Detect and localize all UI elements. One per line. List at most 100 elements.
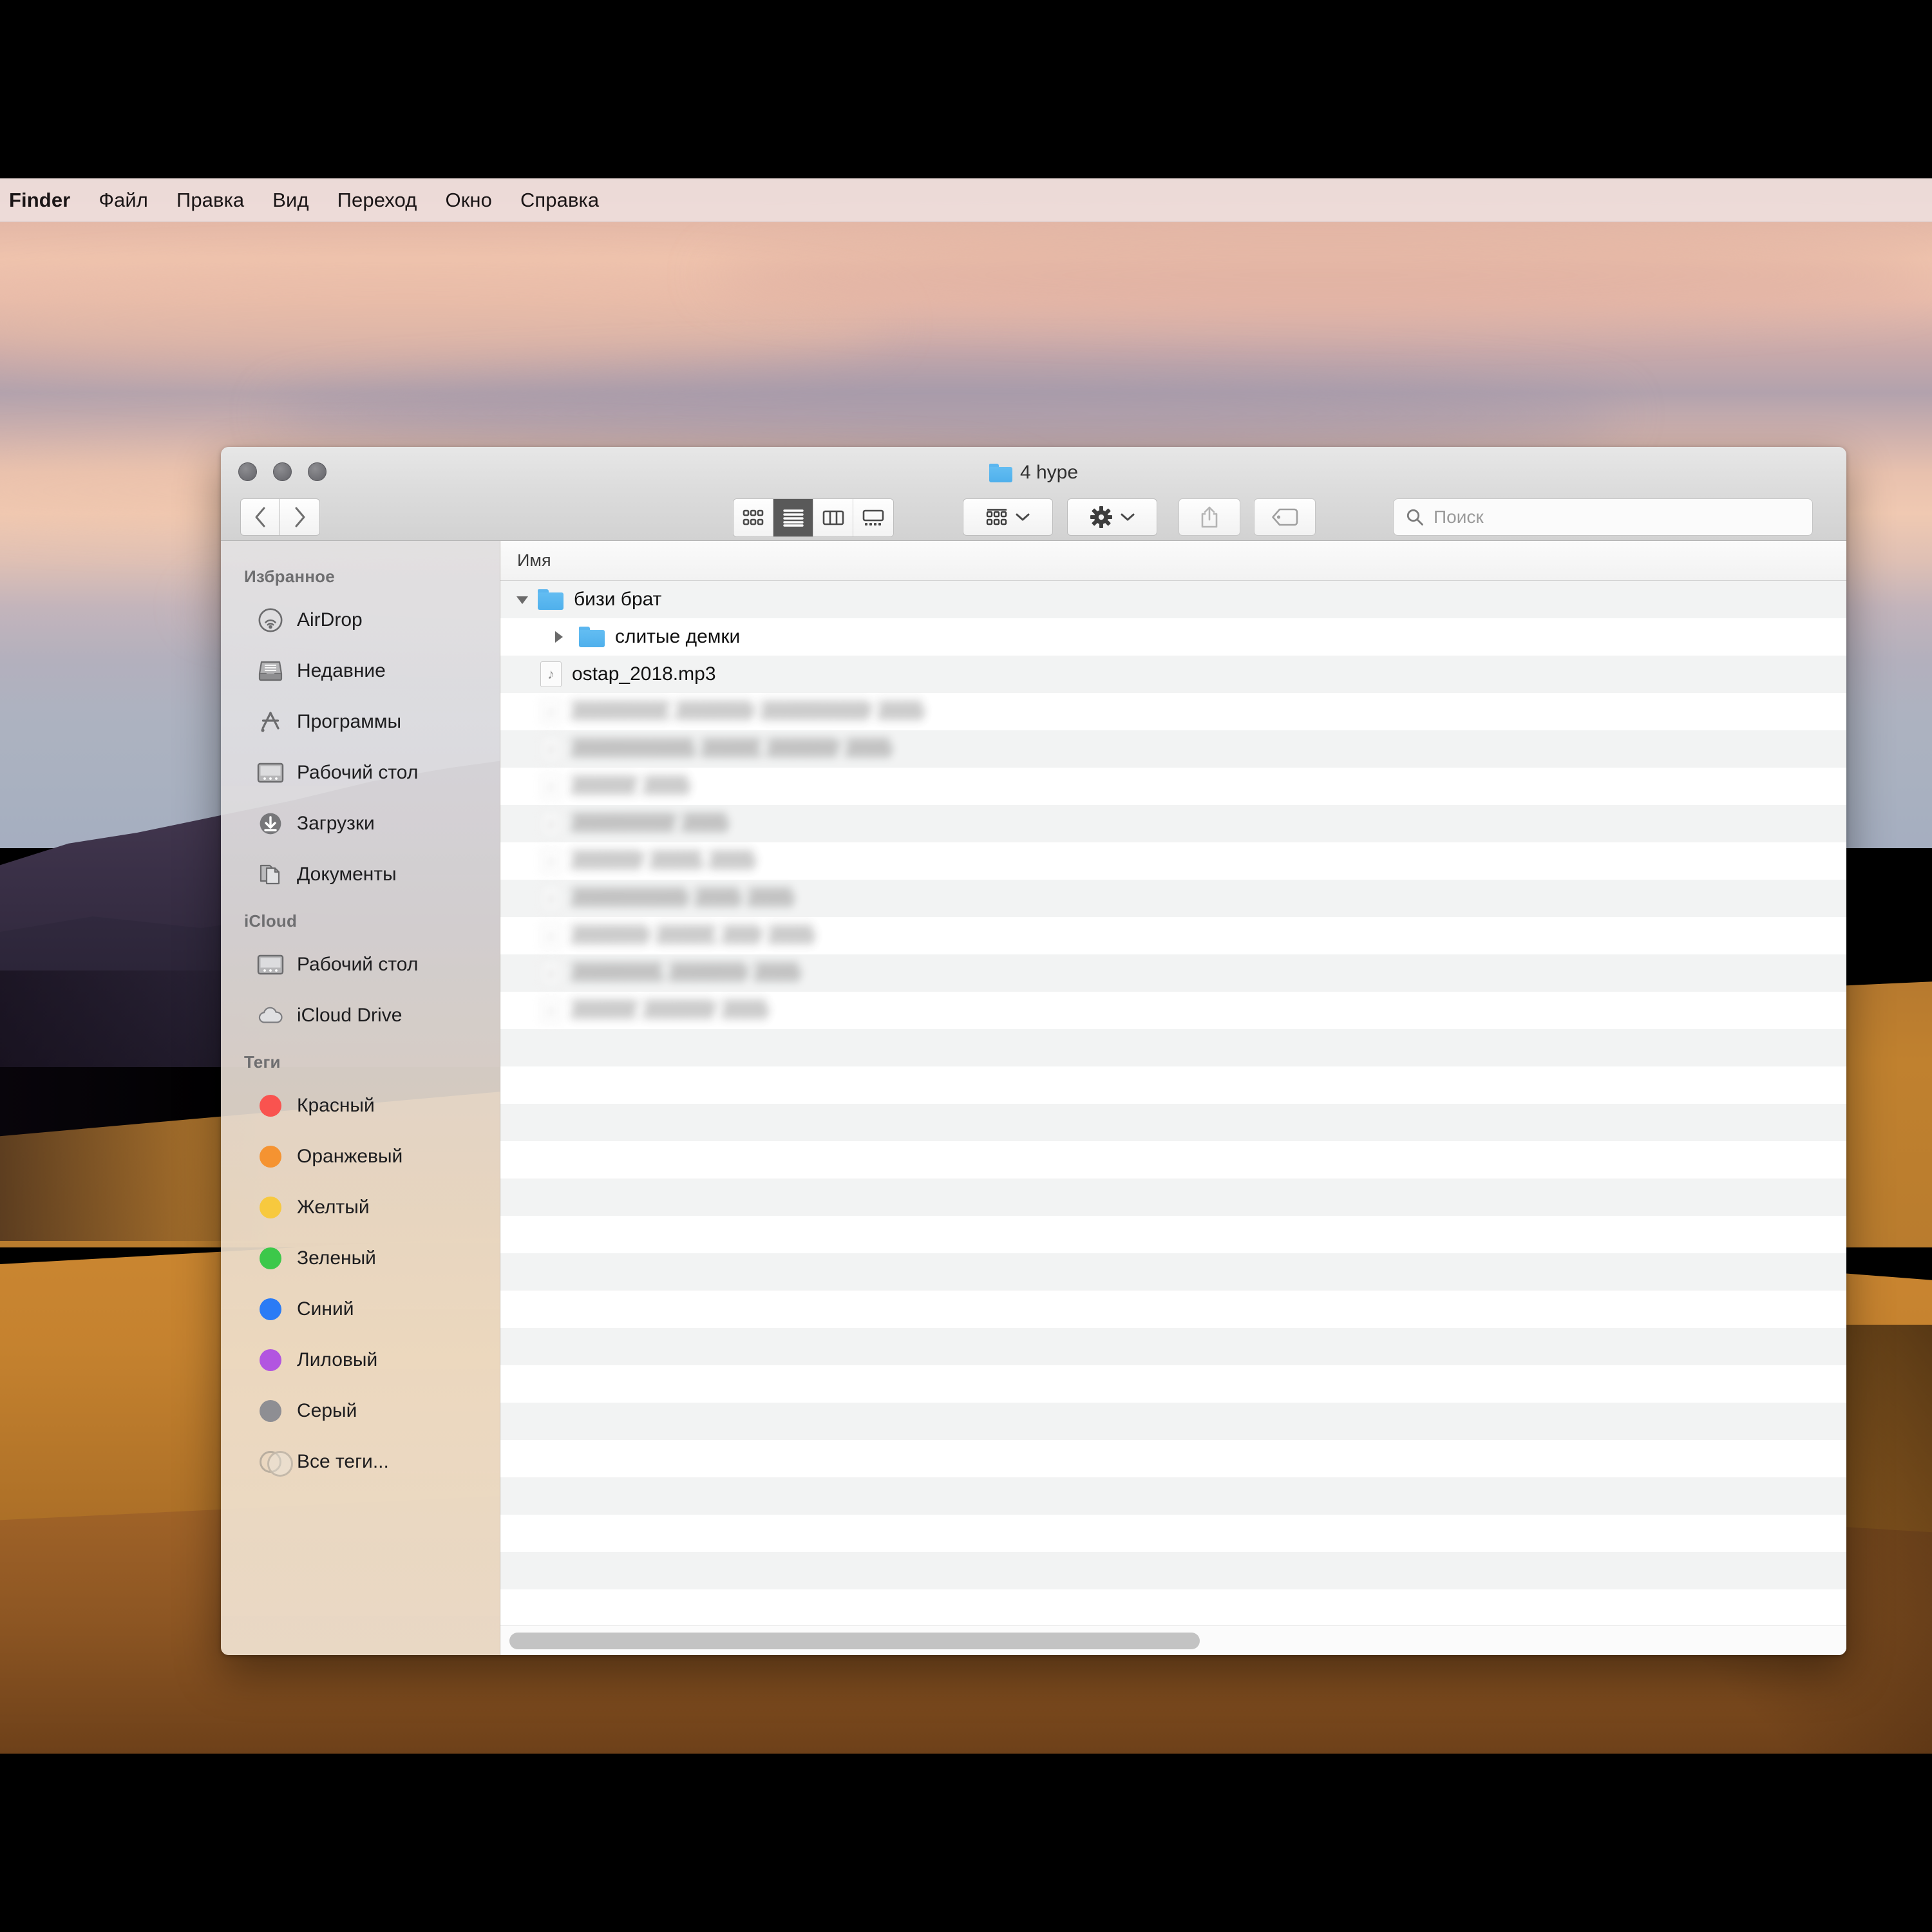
sidebar-item-downloads[interactable]: Загрузки: [221, 798, 500, 849]
tag-button[interactable]: [1254, 498, 1316, 536]
sidebar-item-label: iCloud Drive: [297, 1005, 402, 1027]
tag-icon: [1271, 507, 1298, 527]
icon-view-button[interactable]: [734, 499, 773, 536]
table-row[interactable]: ♪: [500, 954, 1846, 992]
menu-item-go[interactable]: Переход: [323, 178, 431, 222]
sidebar-item-label: Лиловый: [297, 1349, 377, 1371]
finder-window[interactable]: 4 hype: [221, 447, 1846, 1655]
sidebar-item-label: Рабочий стол: [297, 954, 418, 976]
window-titlebar[interactable]: 4 hype: [221, 447, 1846, 541]
share-button[interactable]: [1179, 498, 1240, 536]
sidebar-item-label: Все теги...: [297, 1451, 389, 1473]
redacted-file-name: [572, 850, 762, 872]
sidebar-item-applications[interactable]: Программы: [221, 696, 500, 747]
list-stripe: [500, 1291, 1846, 1328]
list-stripe: [500, 1216, 1846, 1253]
documents-icon: [257, 861, 284, 888]
sidebar: Избранное AirDrop: [221, 541, 500, 1655]
arrange-button[interactable]: [963, 498, 1053, 536]
sidebar-item-icloud-desktop[interactable]: Рабочий стол: [221, 939, 500, 990]
list-stripe: [500, 1403, 1846, 1440]
toolbar: Поиск: [221, 495, 1846, 541]
sidebar-tag-gray[interactable]: Серый: [221, 1385, 500, 1436]
sidebar-item-label: Загрузки: [297, 813, 375, 835]
sidebar-tag-orange[interactable]: Оранжевый: [221, 1131, 500, 1182]
sidebar-item-documents[interactable]: Документы: [221, 849, 500, 900]
cloud-icon: [257, 1002, 284, 1029]
table-row[interactable]: ♪: [500, 842, 1846, 880]
column-header-name[interactable]: Имя: [517, 551, 551, 571]
sidebar-item-label: Оранжевый: [297, 1146, 402, 1168]
sidebar-item-label: Документы: [297, 864, 397, 886]
table-row[interactable]: ♪: [500, 730, 1846, 768]
column-view-button[interactable]: [813, 499, 853, 536]
list-stripe: [500, 1029, 1846, 1066]
disclosure-triangle-collapsed-icon[interactable]: [549, 628, 567, 646]
audio-file-icon: ♪: [540, 848, 562, 874]
list-stripe: [500, 1589, 1846, 1627]
table-row[interactable]: ♪: [500, 768, 1846, 805]
sidebar-tag-purple[interactable]: Лиловый: [221, 1334, 500, 1385]
audio-file-icon: ♪: [540, 811, 562, 837]
forward-button[interactable]: [280, 498, 320, 536]
horizontal-scrollbar[interactable]: [500, 1625, 1846, 1655]
menu-item-file[interactable]: Файл: [84, 178, 162, 222]
navigation-buttons: [240, 498, 320, 536]
table-row[interactable]: ♪: [500, 917, 1846, 954]
menu-item-finder[interactable]: Finder: [0, 178, 84, 222]
list-stripe: [500, 1141, 1846, 1179]
table-row[interactable]: ♪: [500, 805, 1846, 842]
audio-file-icon: ♪: [540, 998, 562, 1023]
sidebar-tag-red[interactable]: Красный: [221, 1080, 500, 1131]
menu-item-edit[interactable]: Правка: [162, 178, 258, 222]
sidebar-item-recents[interactable]: Недавние: [221, 645, 500, 696]
sidebar-item-label: Красный: [297, 1095, 375, 1117]
chevron-down-icon: [1121, 513, 1135, 522]
file-rows: бизи братслитые демки♪ostap_2018.mp3♪♪♪♪…: [500, 581, 1846, 1029]
back-button[interactable]: [240, 498, 280, 536]
list-stripe: [500, 1104, 1846, 1141]
desktop-icon: [257, 951, 284, 978]
audio-file-icon: ♪: [540, 699, 562, 724]
sidebar-tag-green[interactable]: Зеленый: [221, 1233, 500, 1283]
window-title: 4 hype: [221, 461, 1846, 484]
window-body: Избранное AirDrop: [221, 541, 1846, 1655]
tag-dot-icon: [257, 1143, 284, 1170]
view-mode-segmented-control: [733, 498, 894, 537]
table-row[interactable]: ♪: [500, 693, 1846, 730]
sidebar-item-desktop[interactable]: Рабочий стол: [221, 747, 500, 798]
table-row[interactable]: бизи брат: [500, 581, 1846, 618]
all-tags-icon: [257, 1448, 284, 1475]
sidebar-item-label: Недавние: [297, 660, 386, 682]
redacted-file-name: [572, 738, 899, 760]
sidebar-item-icloud-drive[interactable]: iCloud Drive: [221, 990, 500, 1041]
list-view-button[interactable]: [773, 499, 813, 536]
file-name: ostap_2018.mp3: [572, 663, 716, 685]
audio-file-icon: ♪: [540, 773, 562, 799]
redacted-file-name: [572, 962, 808, 984]
table-row[interactable]: ♪ostap_2018.mp3: [500, 656, 1846, 693]
sidebar-heading-icloud: iCloud: [221, 900, 500, 939]
sidebar-tag-all-tags[interactable]: Все теги...: [221, 1436, 500, 1487]
sidebar-tag-yellow[interactable]: Желтый: [221, 1182, 500, 1233]
file-list-pane: Имя бизи братслитые демки♪ostap_2018.mp3…: [500, 541, 1846, 1655]
gallery-view-button[interactable]: [853, 499, 893, 536]
action-menu-button[interactable]: [1067, 498, 1157, 536]
table-row[interactable]: ♪: [500, 880, 1846, 917]
redacted-file-name: [572, 887, 801, 909]
sidebar-item-airdrop[interactable]: AirDrop: [221, 594, 500, 645]
disclosure-triangle-expanded-icon[interactable]: [513, 591, 531, 609]
audio-file-icon: ♪: [540, 960, 562, 986]
sidebar-item-label: Синий: [297, 1298, 354, 1320]
search-input[interactable]: Поиск: [1393, 498, 1813, 536]
sidebar-item-label: Программы: [297, 711, 401, 733]
menu-item-view[interactable]: Вид: [258, 178, 323, 222]
sidebar-tag-blue[interactable]: Синий: [221, 1283, 500, 1334]
tag-dot-icon: [257, 1347, 284, 1374]
menu-item-window[interactable]: Окно: [431, 178, 506, 222]
table-row[interactable]: ♪: [500, 992, 1846, 1029]
menu-item-help[interactable]: Справка: [506, 178, 613, 222]
scrollbar-thumb[interactable]: [509, 1633, 1200, 1649]
table-row[interactable]: слитые демки: [500, 618, 1846, 656]
wallpaper-cloud: [270, 372, 1623, 455]
